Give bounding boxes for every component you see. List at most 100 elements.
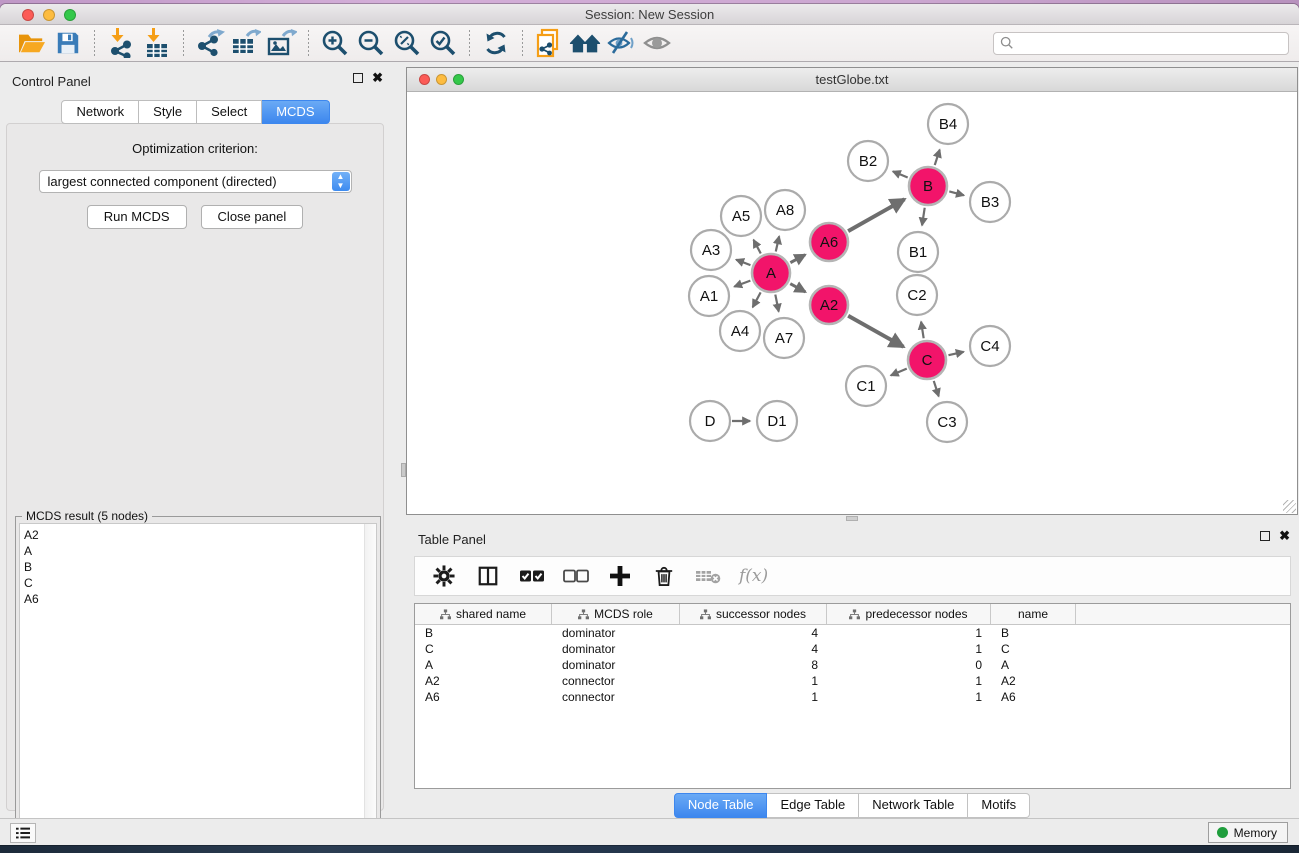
deselect-all-icon[interactable] — [563, 563, 589, 589]
open-session-icon[interactable] — [14, 27, 50, 59]
graph-edge-A6-B[interactable] — [848, 199, 904, 231]
float-table-panel-icon[interactable] — [1260, 531, 1270, 541]
mcds-result-item[interactable]: A2 — [24, 527, 376, 543]
mcds-result-item[interactable]: A — [24, 543, 376, 559]
zoom-selected-icon[interactable] — [425, 27, 461, 59]
delete-column-icon[interactable] — [651, 563, 677, 589]
zoom-out-icon[interactable] — [353, 27, 389, 59]
graph-node-A1[interactable]: A1 — [689, 276, 729, 316]
graph-node-C2[interactable]: C2 — [897, 275, 937, 315]
graph-edge-B-B3[interactable] — [949, 191, 964, 195]
result-list-scrollbar[interactable] — [364, 524, 376, 845]
search-input[interactable] — [1014, 36, 1282, 50]
gear-icon[interactable] — [431, 563, 457, 589]
graph-node-D1[interactable]: D1 — [757, 401, 797, 441]
graph-node-A2[interactable]: A2 — [810, 286, 848, 324]
graph-node-B[interactable]: B — [909, 167, 947, 205]
close-panel-icon[interactable]: ✖ — [372, 73, 383, 83]
graph-node-B1[interactable]: B1 — [898, 232, 938, 272]
task-history-button[interactable] — [10, 823, 36, 843]
graph-edge-A-A7[interactable] — [775, 295, 778, 312]
graph-node-A[interactable]: A — [752, 254, 790, 292]
tab-node-table[interactable]: Node Table — [674, 793, 768, 818]
split-view-icon[interactable] — [475, 563, 501, 589]
select-all-icon[interactable] — [519, 563, 545, 589]
function-builder-icon[interactable]: f(x) — [739, 566, 768, 586]
graph-edge-B-B2[interactable] — [893, 171, 908, 177]
tab-edge-table[interactable]: Edge Table — [767, 793, 859, 818]
table-row[interactable]: Bdominator41B — [415, 625, 1290, 641]
column-header-predecessor-nodes[interactable]: predecessor nodes — [827, 604, 991, 624]
graph-node-A5[interactable]: A5 — [721, 196, 761, 236]
criterion-dropdown[interactable]: largest connected component (directed) ▲… — [39, 170, 352, 193]
graph-node-B4[interactable]: B4 — [928, 104, 968, 144]
tab-mcds[interactable]: MCDS — [262, 100, 329, 124]
graph-edge-C-C3[interactable] — [934, 381, 939, 396]
graph-node-B3[interactable]: B3 — [970, 182, 1010, 222]
close-panel-button[interactable]: Close panel — [201, 205, 304, 229]
add-column-icon[interactable] — [607, 563, 633, 589]
mcds-result-item[interactable]: A6 — [24, 591, 376, 607]
graph-edge-A2-C[interactable] — [848, 316, 903, 347]
graph-node-A8[interactable]: A8 — [765, 190, 805, 230]
run-mcds-button[interactable]: Run MCDS — [87, 205, 187, 229]
graph-node-C3[interactable]: C3 — [927, 402, 967, 442]
graph-edge-C-C4[interactable] — [948, 352, 963, 355]
graph-edge-A-A5[interactable] — [754, 240, 761, 254]
import-network-icon[interactable] — [103, 27, 139, 59]
graph-node-A4[interactable]: A4 — [720, 311, 760, 351]
graph-edge-A-A4[interactable] — [753, 292, 761, 307]
graph-node-C1[interactable]: C1 — [846, 366, 886, 406]
graph-edge-C-C2[interactable] — [921, 322, 924, 339]
import-table-icon[interactable] — [139, 27, 175, 59]
table-row[interactable]: A6connector11A6 — [415, 689, 1290, 705]
tab-select[interactable]: Select — [197, 100, 262, 124]
column-header-shared-name[interactable]: shared name — [415, 604, 552, 624]
column-header-mcds-role[interactable]: MCDS role — [552, 604, 680, 624]
zoom-fit-icon[interactable] — [389, 27, 425, 59]
graph-node-C4[interactable]: C4 — [970, 326, 1010, 366]
search-box[interactable] — [993, 32, 1289, 55]
table-row[interactable]: A2connector11A2 — [415, 673, 1290, 689]
show-graphics-details-icon[interactable] — [639, 27, 675, 59]
zoom-in-icon[interactable] — [317, 27, 353, 59]
node-table[interactable]: shared nameMCDS rolesuccessor nodesprede… — [414, 603, 1291, 789]
refresh-icon[interactable] — [478, 27, 514, 59]
graph-edge-B-B1[interactable] — [922, 208, 925, 226]
graph-edge-A-A1[interactable] — [734, 281, 750, 287]
mcds-result-item[interactable]: C — [24, 575, 376, 591]
column-header-successor-nodes[interactable]: successor nodes — [680, 604, 827, 624]
close-table-panel-icon[interactable]: ✖ — [1279, 531, 1290, 541]
delete-table-icon[interactable] — [695, 563, 721, 589]
graph-node-C[interactable]: C — [908, 341, 946, 379]
graph-node-A7[interactable]: A7 — [764, 318, 804, 358]
home-icon[interactable] — [567, 27, 603, 59]
tab-motifs[interactable]: Motifs — [968, 793, 1030, 818]
column-header-name[interactable]: name — [991, 604, 1076, 624]
export-image-icon[interactable] — [264, 27, 300, 59]
mcds-result-list[interactable]: A2ABCA6 — [19, 523, 377, 845]
network-horizontal-scrollbar[interactable] — [846, 516, 858, 521]
float-panel-icon[interactable] — [353, 73, 363, 83]
tab-style[interactable]: Style — [139, 100, 197, 124]
network-vertical-scrollbar[interactable] — [401, 463, 406, 477]
network-graph[interactable]: B4B2BB3A8A5A6A3B1AC2A1A2A4A7C4CC1DD1C3 — [407, 92, 1297, 514]
save-session-icon[interactable] — [50, 27, 86, 59]
graph-edge-B-B4[interactable] — [935, 150, 940, 165]
table-row[interactable]: Cdominator41C — [415, 641, 1290, 657]
network-window-titlebar[interactable]: testGlobe.txt — [407, 68, 1297, 92]
graph-node-A6[interactable]: A6 — [810, 223, 848, 261]
graph-edge-A-A3[interactable] — [736, 260, 750, 265]
graph-edge-C-C1[interactable] — [891, 369, 907, 376]
graph-edge-A-A2[interactable] — [790, 284, 805, 292]
graph-edge-A-A8[interactable] — [776, 236, 779, 251]
graph-edge-A-A6[interactable] — [790, 255, 805, 263]
table-row[interactable]: Adominator80A — [415, 657, 1290, 673]
memory-button[interactable]: Memory — [1208, 822, 1288, 843]
tab-network-table[interactable]: Network Table — [859, 793, 968, 818]
tab-network[interactable]: Network — [61, 100, 139, 124]
network-canvas[interactable]: B4B2BB3A8A5A6A3B1AC2A1A2A4A7C4CC1DD1C3 — [407, 92, 1297, 514]
network-resize-grip[interactable] — [1283, 500, 1296, 513]
graph-node-A3[interactable]: A3 — [691, 230, 731, 270]
hide-graphics-details-icon[interactable] — [603, 27, 639, 59]
